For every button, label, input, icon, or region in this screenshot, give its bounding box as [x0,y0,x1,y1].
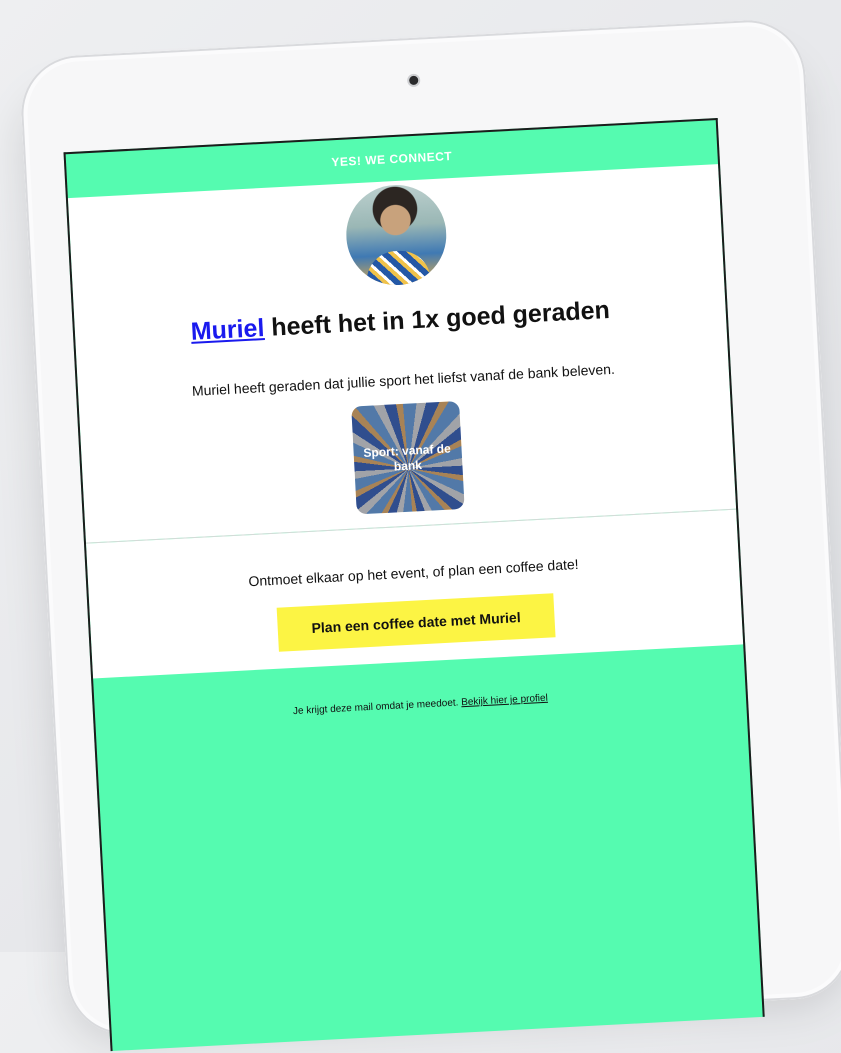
guess-card: Muriel heeft het in 1x goed geraden Muri… [67,164,737,543]
answer-tile-label: Sport: vanaf de bank [363,441,452,474]
muriel-profile-link[interactable]: Muriel [190,314,265,346]
front-camera-icon [408,75,418,86]
headline: Muriel heeft het in 1x goed geraden [104,291,696,351]
email-screen: YES! WE CONNECT Muriel heeft het in 1x g… [63,118,765,1052]
footer-text: Je krijgt deze mail omdat je meedoet. [292,697,462,718]
view-profile-link[interactable]: Bekijk hier je profiel [461,693,548,709]
headline-text: heeft het in 1x goed geraden [263,295,611,343]
plan-coffee-date-button[interactable]: Plan een coffee date met Muriel [276,593,556,652]
invite-text: Ontmoet elkaar op het event, of plan een… [248,555,579,590]
tablet-device: YES! WE CONNECT Muriel heeft het in 1x g… [18,17,841,1052]
avatar-shirt [364,249,431,288]
answer-tile: Sport: vanaf de bank [350,400,465,515]
profile-avatar [343,182,449,288]
guess-description: Muriel heeft geraden dat jullie sport he… [191,360,616,399]
